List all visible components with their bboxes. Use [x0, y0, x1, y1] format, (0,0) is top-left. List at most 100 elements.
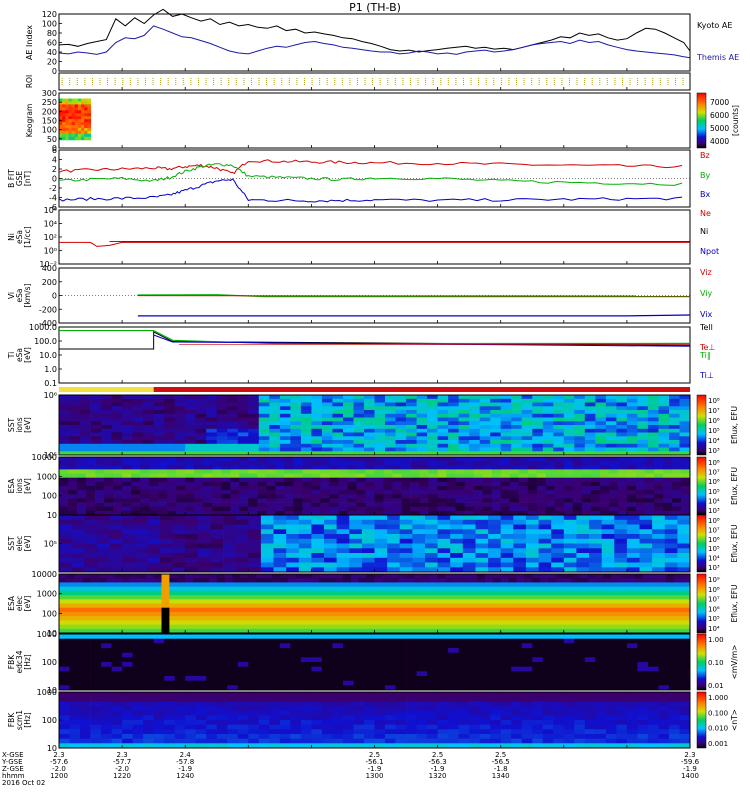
- esa-ion-cell: [374, 457, 384, 462]
- sst-elec-cell: [374, 538, 388, 544]
- sst-elec-cell: [525, 543, 539, 549]
- esa-ion-cell: [374, 473, 384, 479]
- sst-elec-cell: [475, 524, 489, 530]
- sst-elec-cell: [639, 519, 653, 525]
- esa-ion-cell: [464, 457, 474, 462]
- esa-ion-cell: [176, 465, 186, 470]
- fbk-e-cell: [511, 671, 523, 677]
- keogram-cb-tick: 4000: [710, 137, 729, 146]
- esa-elec-cell: [382, 620, 391, 625]
- esa-elec-cell: [145, 620, 155, 625]
- fbk-e-cell: [406, 666, 417, 672]
- sst-ion-cell: [679, 425, 691, 430]
- esa-elec-cell: [445, 582, 454, 587]
- keogram-cell: [77, 104, 82, 108]
- esa-ion-cell: [509, 502, 520, 508]
- sst-ion-cell: [511, 432, 523, 437]
- sst-elec-cell: [336, 553, 350, 559]
- fbk-e-cell: [80, 666, 91, 672]
- esa-elec-cell: [540, 620, 549, 625]
- esa-elec-cell: [453, 603, 462, 609]
- esa-elec-cell: [603, 574, 612, 579]
- sst-ion-cell: [311, 421, 323, 426]
- sst-ion-cell: [311, 413, 323, 418]
- esa-elec-cell: [106, 624, 115, 630]
- sst-elec-cell: [273, 529, 287, 535]
- sst-elec-cell: [260, 548, 274, 554]
- esa-ion-cell: [158, 477, 168, 483]
- sst-elec-cell: [235, 519, 249, 525]
- sst-elec-cell: [223, 562, 237, 568]
- esa-elec-tick-label: 1000: [37, 590, 57, 599]
- sst-ion-cell: [195, 395, 207, 400]
- fbk-e-cell: [143, 657, 154, 663]
- sst-elec-cell: [626, 557, 640, 563]
- fbk-e-cell: [679, 657, 691, 663]
- esa-elec-cell: [484, 582, 494, 587]
- sst-ion-cell: [90, 417, 102, 422]
- esa-elec-cell: [390, 582, 399, 587]
- esa-ion-cell: [257, 461, 267, 466]
- sst-ion-cell: [374, 417, 386, 422]
- sst-elec-cell: [475, 529, 489, 535]
- fbk-e-cell: [616, 662, 628, 668]
- sst-elec-cell: [172, 524, 186, 530]
- esa-ion-cell: [410, 502, 420, 508]
- sst-elec-cell: [387, 543, 401, 549]
- bfield-series-1: [58, 163, 683, 186]
- esa-ion-cell: [590, 477, 601, 483]
- keogram-cell: [68, 136, 73, 141]
- sst-elec-cell: [235, 515, 249, 521]
- sst-ion-cell: [437, 398, 449, 403]
- sst-elec-cell: [324, 543, 337, 549]
- sst-elec-cell: [626, 519, 640, 525]
- esa-ion-cell: [221, 494, 231, 499]
- sst-ion-cell: [626, 413, 638, 418]
- sst-ion-cell: [458, 413, 470, 418]
- fbk-e-cell: [80, 671, 91, 677]
- fbk-e-cell: [227, 676, 239, 682]
- fbk-e-cell: [374, 643, 386, 649]
- esa-ion-cell: [491, 461, 502, 466]
- esa-elec-cell: [429, 620, 438, 625]
- sst-elec-cell: [589, 557, 602, 563]
- esa-elec-cell: [216, 582, 226, 587]
- sst-ion-cell: [206, 432, 218, 437]
- esa-elec-cell: [548, 611, 557, 617]
- esa-elec-cell: [382, 595, 391, 600]
- esa-ion-cell: [356, 502, 366, 508]
- fbk-e-cell: [269, 648, 281, 654]
- esa-ion-cell: [491, 477, 502, 483]
- esa-ion-cell: [122, 457, 132, 462]
- fbk-e-cell: [374, 680, 386, 686]
- esa-ion-cell: [635, 477, 646, 483]
- sst-elec-cell: [71, 529, 85, 535]
- esa-ion-cell: [257, 490, 267, 495]
- fbk-e-cell: [448, 643, 459, 649]
- fbk-e-cell: [153, 652, 165, 658]
- esa-elec-cell: [477, 586, 486, 592]
- sst-ion-cell: [164, 432, 176, 437]
- esa-ion-cell: [131, 502, 141, 508]
- esa-ion-cell: [536, 502, 547, 508]
- sst-elec-cell: [147, 534, 161, 540]
- esa-elec-cell: [666, 582, 675, 587]
- sst-ion-cell: [300, 421, 312, 426]
- fbk-e-cell: [343, 680, 354, 686]
- esa-ion-cell: [428, 481, 438, 487]
- sst-elec-cell: [425, 515, 438, 521]
- esa-ion-cell: [590, 469, 601, 474]
- esa-elec-cell: [185, 599, 194, 604]
- keogram-cell: [87, 104, 92, 108]
- sst-elec-cell: [361, 529, 375, 535]
- esa-ion-cell: [347, 473, 357, 479]
- esa-elec-cell: [390, 586, 399, 592]
- sst-elec-cell: [412, 524, 426, 530]
- esa-ion-cell: [500, 473, 511, 479]
- sst-elec-cell: [374, 557, 388, 563]
- esa-ion-cell: [266, 457, 276, 462]
- esa-elec-cell: [642, 590, 651, 596]
- esa-elec-cell: [59, 607, 68, 613]
- esa-elec-cell: [666, 578, 675, 583]
- sst-ion-cell: [521, 421, 533, 426]
